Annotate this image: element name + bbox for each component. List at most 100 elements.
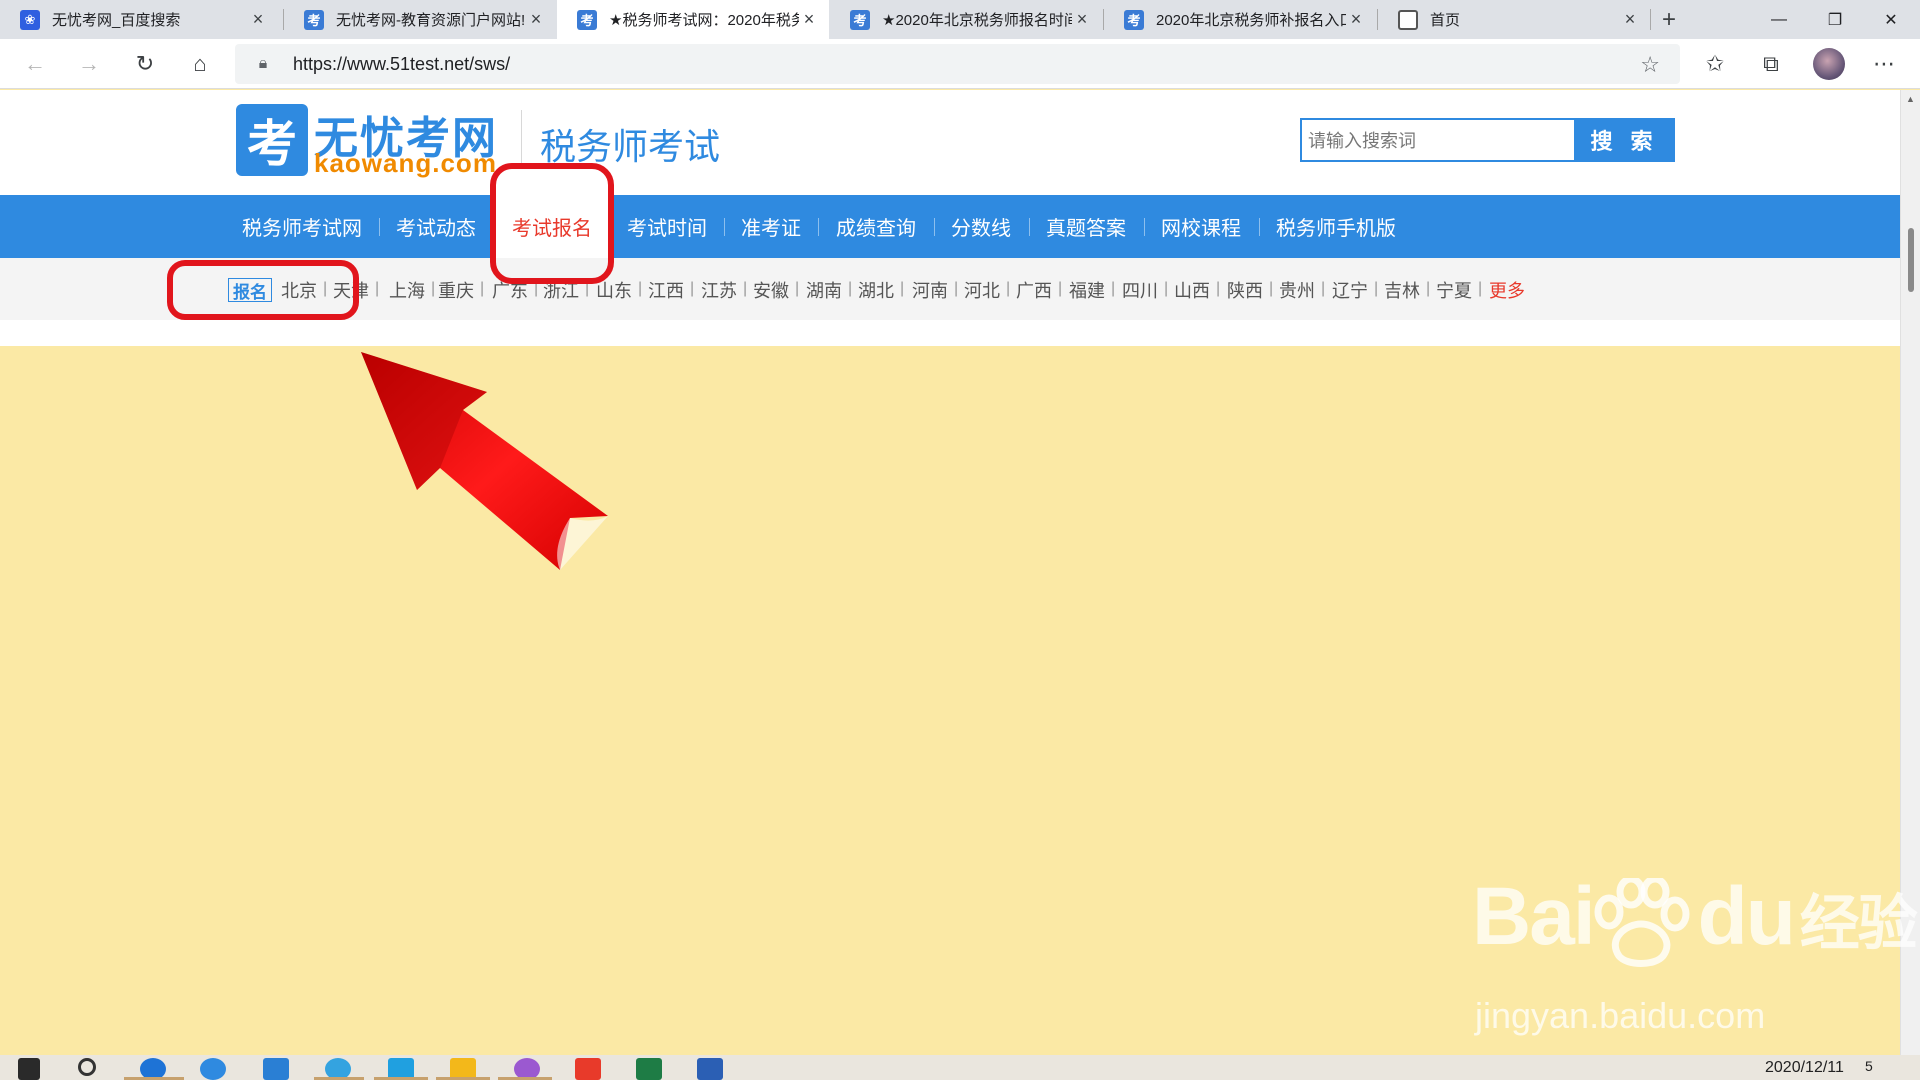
address-bar[interactable]: 🔒︎ https://www.51test.net/sws/ ☆ bbox=[235, 44, 1680, 84]
nav-item-admission-ticket[interactable]: 准考证 bbox=[741, 195, 801, 258]
city-separator: | bbox=[795, 280, 800, 297]
search-icon[interactable] bbox=[78, 1058, 96, 1076]
kaowang-icon: 考 bbox=[850, 9, 870, 30]
main-nav: 税务师考试网 考试动态 考试报名 考试时间 准考证 成绩查询 分数线 真题答案 … bbox=[0, 195, 1900, 258]
minimize-button[interactable]: — bbox=[1751, 0, 1807, 39]
kaowang-icon: 考 bbox=[304, 9, 324, 30]
city-link[interactable]: 四川 bbox=[1122, 277, 1158, 303]
kaowang-icon: 考 bbox=[577, 9, 597, 30]
city-separator: | bbox=[1374, 280, 1379, 297]
city-link[interactable]: 陕西 bbox=[1227, 277, 1263, 303]
city-link[interactable]: 江苏 bbox=[701, 277, 737, 303]
close-icon[interactable]: × bbox=[799, 9, 819, 30]
nav-item-home[interactable]: 税务师考试网 bbox=[242, 195, 362, 258]
window-close-button[interactable]: ✕ bbox=[1863, 0, 1919, 39]
city-link[interactable]: 重庆 bbox=[438, 277, 474, 303]
scrollbar-thumb[interactable] bbox=[1908, 228, 1914, 292]
tab-title: 2020年北京税务师补报名入口 bbox=[1156, 12, 1346, 29]
nav-item-score-query[interactable]: 成绩查询 bbox=[836, 195, 916, 258]
tab-kaowang-home[interactable]: 考 无忧考网-教育资源门户网站! × bbox=[284, 0, 556, 39]
tab-sws-active[interactable]: 考 ★税务师考试网：2020年税务 × bbox=[557, 0, 829, 39]
taskbar-date[interactable]: 2020/12/11 bbox=[1765, 1059, 1844, 1077]
mail-icon[interactable] bbox=[263, 1058, 289, 1080]
city-link[interactable]: 上海 bbox=[389, 277, 425, 303]
tab-baidu-search[interactable]: ❀ 无忧考网_百度搜索 × bbox=[0, 0, 278, 39]
search-input[interactable]: 请输入搜索词 bbox=[1300, 118, 1574, 162]
more-menu-icon[interactable]: ⋯ bbox=[1866, 46, 1902, 82]
tab-title: ★2020年北京税务师报名时间 bbox=[882, 12, 1072, 29]
city-link[interactable]: 湖南 bbox=[806, 277, 842, 303]
city-separator: | bbox=[1321, 280, 1326, 297]
city-separator: | bbox=[1164, 280, 1169, 297]
collections-icon[interactable]: ⧉ bbox=[1753, 46, 1789, 82]
nav-item-exam-time[interactable]: 考试时间 bbox=[627, 195, 707, 258]
logo-divider bbox=[521, 110, 522, 166]
city-link[interactable]: 广西 bbox=[1016, 277, 1052, 303]
city-separator: | bbox=[375, 280, 380, 297]
url-text[interactable]: https://www.51test.net/sws/ bbox=[293, 54, 510, 75]
tab-beijing-supplementary[interactable]: 考 2020年北京税务师补报名入口 × bbox=[1104, 0, 1376, 39]
city-separator: | bbox=[1269, 280, 1274, 297]
watermark-brand-a: Bai bbox=[1472, 871, 1596, 962]
baidu-watermark-text: Bai du 经验 bbox=[1472, 870, 1918, 964]
close-icon[interactable]: × bbox=[1620, 9, 1640, 30]
city-link[interactable]: 福建 bbox=[1069, 277, 1105, 303]
favorite-star-icon[interactable]: ☆ bbox=[1640, 52, 1660, 78]
new-tab-button[interactable]: + bbox=[1651, 0, 1687, 39]
city-link[interactable]: 宁夏 bbox=[1436, 277, 1472, 303]
favorites-list-icon[interactable]: ✩ bbox=[1697, 46, 1733, 82]
city-link[interactable]: 江西 bbox=[648, 277, 684, 303]
city-separator: | bbox=[638, 280, 643, 297]
tab-title: 无忧考网_百度搜索 bbox=[52, 12, 181, 29]
tab-beijing-registration-time[interactable]: 考 ★2020年北京税务师报名时间 × bbox=[830, 0, 1102, 39]
close-icon[interactable]: × bbox=[526, 9, 546, 30]
city-link[interactable]: 河南 bbox=[912, 277, 948, 303]
more-cities-link[interactable]: 更多 bbox=[1489, 277, 1525, 303]
watermark-brand-b: du bbox=[1697, 871, 1796, 962]
city-link[interactable]: 吉林 bbox=[1384, 277, 1420, 303]
close-icon[interactable]: × bbox=[1346, 9, 1366, 30]
tab-title: ★税务师考试网：2020年税务 bbox=[609, 12, 799, 29]
tab-home-page[interactable]: 首页 × bbox=[1378, 0, 1650, 39]
nav-item-cutoff[interactable]: 分数线 bbox=[951, 195, 1011, 258]
back-button[interactable]: ← bbox=[17, 46, 53, 82]
city-separator: | bbox=[1426, 280, 1431, 297]
nav-item-news[interactable]: 考试动态 bbox=[396, 195, 476, 258]
city-link[interactable]: 辽宁 bbox=[1332, 277, 1368, 303]
lock-icon[interactable]: 🔒︎ bbox=[243, 55, 283, 73]
city-link[interactable]: 河北 bbox=[964, 277, 1000, 303]
scroll-up-icon[interactable]: ▲ bbox=[1906, 94, 1915, 104]
profile-avatar[interactable] bbox=[1813, 48, 1845, 80]
close-icon[interactable]: × bbox=[1072, 9, 1092, 30]
site-logo-icon[interactable]: 考 bbox=[236, 104, 308, 176]
forward-button[interactable]: → bbox=[71, 46, 107, 82]
word-icon[interactable] bbox=[697, 1058, 723, 1080]
city-link[interactable]: 安徽 bbox=[753, 277, 789, 303]
tab-title: 无忧考网-教育资源门户网站! bbox=[336, 12, 526, 29]
maximize-button[interactable]: ❐ bbox=[1807, 0, 1863, 39]
windows-start-icon[interactable] bbox=[18, 1058, 40, 1080]
refresh-button[interactable]: ↻ bbox=[127, 46, 163, 82]
highlight-ring-registration bbox=[167, 260, 359, 320]
city-separator: | bbox=[1216, 280, 1221, 297]
site-logo-domain[interactable]: kaowang.com bbox=[314, 148, 497, 179]
notification-count[interactable]: 5 bbox=[1865, 1058, 1873, 1074]
city-link[interactable]: 湖北 bbox=[858, 277, 894, 303]
os-taskbar: 2020/12/11 5 bbox=[0, 1055, 1920, 1080]
city-separator: | bbox=[1478, 280, 1483, 297]
browser-icon[interactable] bbox=[200, 1058, 226, 1080]
tab-title: 首页 bbox=[1430, 12, 1461, 29]
office-icon[interactable] bbox=[575, 1058, 601, 1080]
nav-item-mobile[interactable]: 税务师手机版 bbox=[1276, 195, 1396, 258]
home-button[interactable]: ⌂ bbox=[182, 46, 218, 82]
city-separator: | bbox=[743, 280, 748, 297]
nav-item-online-courses[interactable]: 网校课程 bbox=[1161, 195, 1241, 258]
nav-item-past-papers[interactable]: 真题答案 bbox=[1046, 195, 1126, 258]
city-link[interactable]: 贵州 bbox=[1279, 277, 1315, 303]
city-separator: | bbox=[1111, 280, 1116, 297]
city-separator: | bbox=[1058, 280, 1063, 297]
excel-icon[interactable] bbox=[636, 1058, 662, 1080]
city-link[interactable]: 山西 bbox=[1174, 277, 1210, 303]
search-button[interactable]: 搜 索 bbox=[1574, 118, 1675, 162]
close-icon[interactable]: × bbox=[248, 9, 268, 30]
